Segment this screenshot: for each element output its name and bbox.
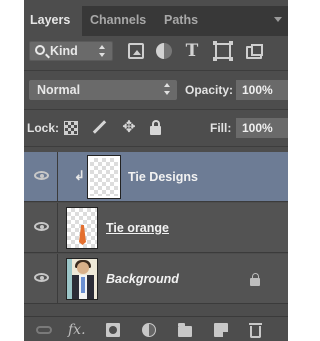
- tie-thumbnail-shape: [79, 225, 86, 245]
- layer-name[interactable]: Tie orange: [106, 203, 169, 253]
- filter-kind-select[interactable]: Kind: [29, 41, 113, 61]
- blend-mode-select[interactable]: Normal: [29, 80, 177, 100]
- trash-icon[interactable]: [249, 323, 262, 338]
- panel-tab-bar: Layers Channels Paths: [24, 6, 288, 36]
- visibility-toggle[interactable]: [24, 254, 58, 303]
- fill-field[interactable]: 100%: [236, 118, 288, 138]
- lock-transparent-pixels-icon[interactable]: [64, 121, 78, 135]
- opacity-field[interactable]: 100%: [236, 80, 288, 100]
- layer-row-tie-designs[interactable]: ↲ Tie Designs: [24, 152, 288, 202]
- layer-name[interactable]: Background: [106, 254, 179, 304]
- layer-name[interactable]: Tie Designs: [128, 152, 198, 202]
- layer-thumbnail[interactable]: [66, 207, 98, 249]
- add-mask-icon[interactable]: [106, 323, 120, 337]
- fill-label: Fill:: [210, 121, 232, 135]
- panel-menu-icon[interactable]: [274, 17, 282, 22]
- search-icon: [35, 45, 45, 55]
- visibility-toggle[interactable]: [24, 203, 58, 252]
- lock-position-icon[interactable]: ✥: [122, 120, 136, 136]
- tab-channels[interactable]: Channels: [84, 6, 152, 36]
- smart-object-filter-icon[interactable]: [246, 44, 263, 59]
- shape-filter-icon[interactable]: [213, 41, 231, 59]
- link-layers-icon[interactable]: [36, 326, 52, 334]
- lock-image-pixels-icon[interactable]: [92, 120, 107, 134]
- divider: [24, 146, 288, 147]
- divider: [24, 109, 288, 110]
- blend-mode-value: Normal: [37, 83, 81, 97]
- clipping-mask-icon: ↲: [74, 168, 85, 183]
- image-filter-icon[interactable]: [128, 43, 144, 59]
- updown-arrows-icon: [99, 45, 106, 57]
- new-group-icon[interactable]: [178, 323, 192, 337]
- new-layer-icon[interactable]: [214, 323, 228, 337]
- type-filter-icon[interactable]: T: [184, 43, 200, 60]
- lock-row: Lock: ✥ Fill: 100%: [24, 114, 288, 142]
- layers-panel: Layers Channels Paths Kind T Normal Opac…: [24, 0, 288, 341]
- updown-arrows-icon: [164, 83, 171, 95]
- eye-icon: [34, 222, 49, 231]
- fx-icon[interactable]: fx.: [68, 323, 86, 337]
- lock-label: Lock:: [27, 121, 60, 135]
- blend-row: Normal Opacity: 100%: [24, 76, 288, 104]
- divider: [24, 70, 288, 71]
- filter-row: Kind T: [24, 36, 288, 66]
- lock-all-icon[interactable]: [150, 120, 161, 135]
- eye-icon: [34, 171, 49, 180]
- tab-layers[interactable]: Layers: [24, 6, 82, 36]
- filter-kind-label: Kind: [50, 44, 78, 58]
- eye-icon: [34, 273, 49, 282]
- lock-icon: [250, 273, 260, 286]
- tab-paths[interactable]: Paths: [158, 6, 204, 36]
- new-adjustment-icon[interactable]: [142, 323, 156, 337]
- opacity-label: Opacity:: [185, 83, 234, 97]
- layer-thumbnail[interactable]: [66, 258, 98, 300]
- adjustment-filter-icon[interactable]: [156, 43, 172, 59]
- visibility-toggle[interactable]: [24, 152, 58, 201]
- layer-thumbnail[interactable]: [87, 155, 121, 199]
- layers-panel-footer: fx.: [24, 316, 288, 341]
- layer-row-tie-orange[interactable]: Tie orange: [24, 203, 288, 253]
- layer-row-background[interactable]: Background: [24, 254, 288, 304]
